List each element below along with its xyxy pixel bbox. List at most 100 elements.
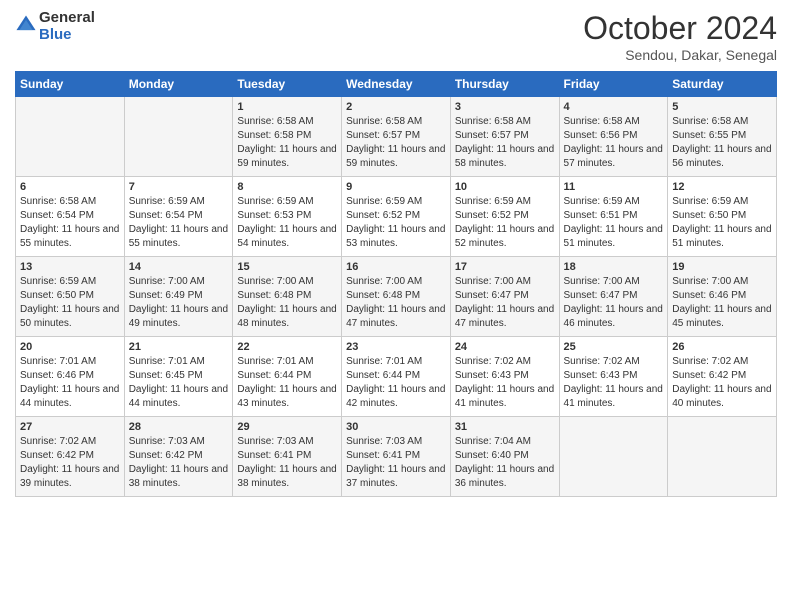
col-tuesday: Tuesday [233, 72, 342, 97]
day-number: 9 [346, 181, 446, 193]
calendar-cell: 9 Sunrise: 6:59 AM Sunset: 6:52 PM Daylig… [342, 177, 451, 257]
day-number: 26 [672, 341, 772, 353]
day-number: 11 [564, 181, 664, 193]
calendar-week-row: 27 Sunrise: 7:02 AM Sunset: 6:42 PM Dayli… [16, 417, 777, 497]
month-title: October 2024 [583, 10, 777, 47]
calendar-cell [16, 97, 125, 177]
logo-icon [15, 14, 37, 36]
day-info: Sunrise: 7:00 AM Sunset: 6:48 PM Dayligh… [346, 275, 446, 331]
calendar-cell: 11 Sunrise: 6:59 AM Sunset: 6:51 PM Dayli… [559, 177, 668, 257]
calendar-cell: 12 Sunrise: 6:59 AM Sunset: 6:50 PM Dayli… [668, 177, 777, 257]
day-number: 2 [346, 101, 446, 113]
day-info: Sunrise: 7:01 AM Sunset: 6:45 PM Dayligh… [129, 355, 229, 411]
day-info: Sunrise: 6:59 AM Sunset: 6:52 PM Dayligh… [346, 195, 446, 251]
day-number: 20 [20, 341, 120, 353]
calendar-cell: 2 Sunrise: 6:58 AM Sunset: 6:57 PM Daylig… [342, 97, 451, 177]
day-info: Sunrise: 7:02 AM Sunset: 6:43 PM Dayligh… [455, 355, 555, 411]
day-info: Sunrise: 7:00 AM Sunset: 6:46 PM Dayligh… [672, 275, 772, 331]
calendar-cell: 27 Sunrise: 7:02 AM Sunset: 6:42 PM Dayli… [16, 417, 125, 497]
calendar-cell: 19 Sunrise: 7:00 AM Sunset: 6:46 PM Dayli… [668, 257, 777, 337]
calendar-cell: 21 Sunrise: 7:01 AM Sunset: 6:45 PM Dayli… [124, 337, 233, 417]
day-info: Sunrise: 6:59 AM Sunset: 6:54 PM Dayligh… [129, 195, 229, 251]
calendar-cell: 13Sunrise: 6:59 AM Sunset: 6:50 PM Dayli… [16, 257, 125, 337]
calendar-cell: 26 Sunrise: 7:02 AM Sunset: 6:42 PM Dayli… [668, 337, 777, 417]
logo-text: General Blue [39, 10, 95, 43]
col-saturday: Saturday [668, 72, 777, 97]
weekday-row: Sunday Monday Tuesday Wednesday Thursday… [16, 72, 777, 97]
day-number: 5 [672, 101, 772, 113]
logo-general-text: General [39, 10, 95, 27]
calendar-table: Sunday Monday Tuesday Wednesday Thursday… [15, 71, 777, 497]
calendar-cell: 1Sunrise: 6:58 AM Sunset: 6:58 PM Daylig… [233, 97, 342, 177]
calendar-cell: 30Sunrise: 7:03 AM Sunset: 6:41 PM Dayli… [342, 417, 451, 497]
calendar-week-row: 20Sunrise: 7:01 AM Sunset: 6:46 PM Dayli… [16, 337, 777, 417]
day-info: Sunrise: 6:59 AM Sunset: 6:51 PM Dayligh… [564, 195, 664, 251]
location-subtitle: Sendou, Dakar, Senegal [583, 47, 777, 63]
logo: General Blue [15, 10, 95, 43]
day-number: 3 [455, 101, 555, 113]
calendar-cell: 17 Sunrise: 7:00 AM Sunset: 6:47 PM Dayli… [450, 257, 559, 337]
day-number: 7 [129, 181, 229, 193]
day-number: 28 [129, 421, 229, 433]
calendar-cell: 5 Sunrise: 6:58 AM Sunset: 6:55 PM Daylig… [668, 97, 777, 177]
calendar-cell: 31 Sunrise: 7:04 AM Sunset: 6:40 PM Dayli… [450, 417, 559, 497]
calendar-cell: 7 Sunrise: 6:59 AM Sunset: 6:54 PM Daylig… [124, 177, 233, 257]
day-number: 27 [20, 421, 120, 433]
day-info: Sunrise: 7:03 AM Sunset: 6:41 PM Dayligh… [346, 435, 446, 491]
title-section: October 2024 Sendou, Dakar, Senegal [583, 10, 777, 63]
day-number: 18 [564, 261, 664, 273]
day-number: 25 [564, 341, 664, 353]
day-info: Sunrise: 6:59 AM Sunset: 6:50 PM Dayligh… [20, 275, 120, 331]
logo-blue-text: Blue [39, 27, 95, 44]
day-info: Sunrise: 6:58 AM Sunset: 6:57 PM Dayligh… [455, 115, 555, 171]
calendar-cell: 29Sunrise: 7:03 AM Sunset: 6:41 PM Dayli… [233, 417, 342, 497]
calendar-cell: 22Sunrise: 7:01 AM Sunset: 6:44 PM Dayli… [233, 337, 342, 417]
day-number: 17 [455, 261, 555, 273]
calendar-cell: 16Sunrise: 7:00 AM Sunset: 6:48 PM Dayli… [342, 257, 451, 337]
calendar-cell: 23Sunrise: 7:01 AM Sunset: 6:44 PM Dayli… [342, 337, 451, 417]
calendar-week-row: 6 Sunrise: 6:58 AM Sunset: 6:54 PM Daylig… [16, 177, 777, 257]
day-info: Sunrise: 6:58 AM Sunset: 6:55 PM Dayligh… [672, 115, 772, 171]
day-info: Sunrise: 6:58 AM Sunset: 6:57 PM Dayligh… [346, 115, 446, 171]
day-info: Sunrise: 7:01 AM Sunset: 6:44 PM Dayligh… [237, 355, 337, 411]
col-monday: Monday [124, 72, 233, 97]
day-number: 21 [129, 341, 229, 353]
calendar-cell [124, 97, 233, 177]
day-number: 31 [455, 421, 555, 433]
day-number: 15 [237, 261, 337, 273]
calendar-cell: 14Sunrise: 7:00 AM Sunset: 6:49 PM Dayli… [124, 257, 233, 337]
day-number: 4 [564, 101, 664, 113]
col-friday: Friday [559, 72, 668, 97]
day-number: 12 [672, 181, 772, 193]
day-number: 19 [672, 261, 772, 273]
calendar-body: 1Sunrise: 6:58 AM Sunset: 6:58 PM Daylig… [16, 97, 777, 497]
col-sunday: Sunday [16, 72, 125, 97]
day-info: Sunrise: 6:58 AM Sunset: 6:58 PM Dayligh… [237, 115, 337, 171]
calendar-cell: 24 Sunrise: 7:02 AM Sunset: 6:43 PM Dayli… [450, 337, 559, 417]
day-info: Sunrise: 7:02 AM Sunset: 6:43 PM Dayligh… [564, 355, 664, 411]
calendar-cell [559, 417, 668, 497]
day-info: Sunrise: 7:02 AM Sunset: 6:42 PM Dayligh… [20, 435, 120, 491]
day-info: Sunrise: 6:59 AM Sunset: 6:53 PM Dayligh… [237, 195, 337, 251]
col-wednesday: Wednesday [342, 72, 451, 97]
day-number: 8 [237, 181, 337, 193]
calendar-cell: 28Sunrise: 7:03 AM Sunset: 6:42 PM Dayli… [124, 417, 233, 497]
day-info: Sunrise: 7:04 AM Sunset: 6:40 PM Dayligh… [455, 435, 555, 491]
calendar-cell: 25 Sunrise: 7:02 AM Sunset: 6:43 PM Dayli… [559, 337, 668, 417]
day-info: Sunrise: 7:02 AM Sunset: 6:42 PM Dayligh… [672, 355, 772, 411]
calendar-cell [668, 417, 777, 497]
calendar-cell: 18Sunrise: 7:00 AM Sunset: 6:47 PM Dayli… [559, 257, 668, 337]
calendar-cell: 20Sunrise: 7:01 AM Sunset: 6:46 PM Dayli… [16, 337, 125, 417]
day-info: Sunrise: 7:01 AM Sunset: 6:44 PM Dayligh… [346, 355, 446, 411]
day-info: Sunrise: 6:59 AM Sunset: 6:52 PM Dayligh… [455, 195, 555, 251]
day-number: 6 [20, 181, 120, 193]
calendar-cell: 10Sunrise: 6:59 AM Sunset: 6:52 PM Dayli… [450, 177, 559, 257]
day-info: Sunrise: 6:58 AM Sunset: 6:56 PM Dayligh… [564, 115, 664, 171]
page: General Blue October 2024 Sendou, Dakar,… [0, 0, 792, 612]
calendar-cell: 4 Sunrise: 6:58 AM Sunset: 6:56 PM Daylig… [559, 97, 668, 177]
day-number: 24 [455, 341, 555, 353]
calendar-week-row: 1Sunrise: 6:58 AM Sunset: 6:58 PM Daylig… [16, 97, 777, 177]
day-info: Sunrise: 7:00 AM Sunset: 6:47 PM Dayligh… [455, 275, 555, 331]
day-info: Sunrise: 6:59 AM Sunset: 6:50 PM Dayligh… [672, 195, 772, 251]
day-info: Sunrise: 6:58 AM Sunset: 6:54 PM Dayligh… [20, 195, 120, 251]
